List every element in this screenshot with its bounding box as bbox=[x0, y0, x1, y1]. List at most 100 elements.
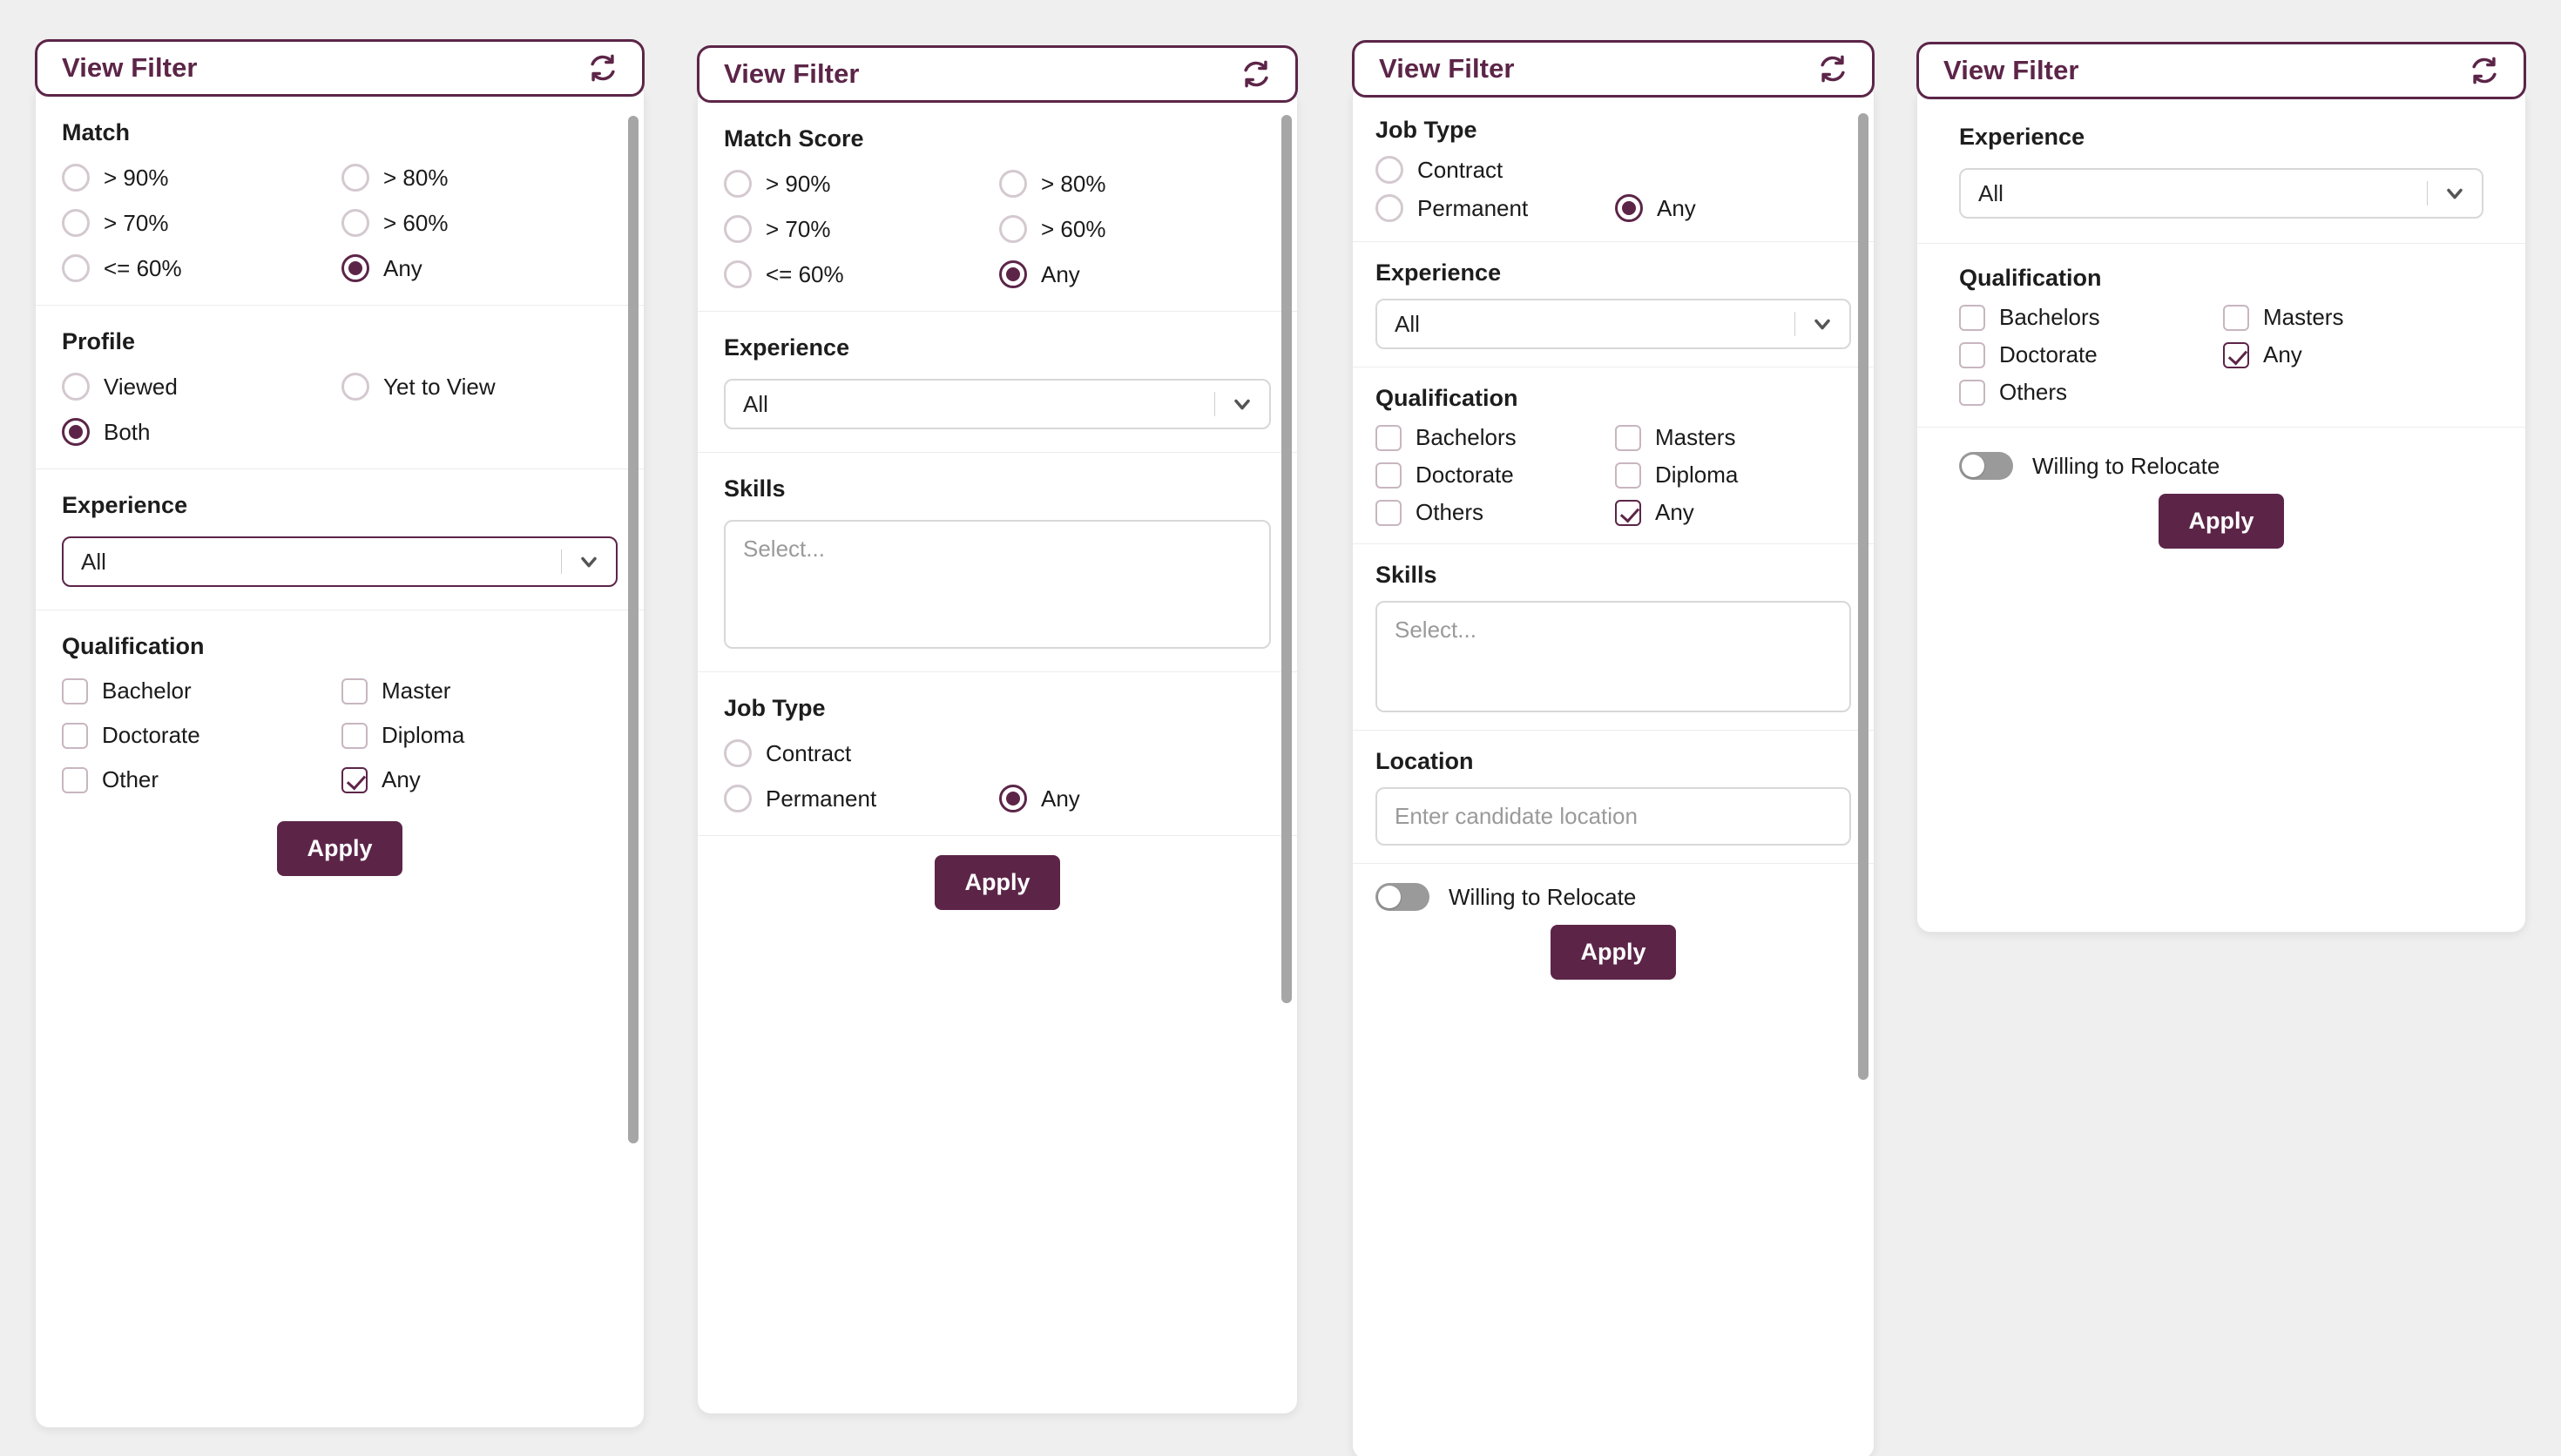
radio-icon[interactable] bbox=[724, 739, 752, 767]
checkbox-icon[interactable] bbox=[62, 766, 88, 793]
experience-dropdown[interactable]: All bbox=[1959, 168, 2483, 219]
match-option-lte60[interactable]: <= 60% bbox=[62, 254, 338, 282]
job-type-option-any[interactable]: Any bbox=[999, 785, 1271, 812]
qualification-option-bachelor[interactable]: Bachelor bbox=[62, 677, 338, 704]
qualification-option-masters[interactable]: Masters bbox=[1615, 424, 1851, 451]
qualification-option-bachelors[interactable]: Bachelors bbox=[1375, 424, 1612, 451]
radio-icon[interactable] bbox=[62, 373, 90, 401]
checkbox-icon[interactable] bbox=[1959, 341, 1985, 368]
job-type-option-contract[interactable]: Contract bbox=[724, 739, 996, 767]
willing-to-relocate-toggle[interactable] bbox=[1375, 883, 1429, 911]
match-option-gt80[interactable]: > 80% bbox=[341, 164, 618, 192]
checkbox-icon[interactable] bbox=[341, 722, 368, 749]
radio-icon-selected[interactable] bbox=[999, 785, 1027, 812]
checkbox-icon-checked[interactable] bbox=[341, 766, 368, 793]
checkbox-icon[interactable] bbox=[1375, 424, 1402, 451]
skills-multiselect[interactable]: Select... bbox=[1375, 601, 1851, 712]
refresh-icon[interactable] bbox=[1816, 52, 1849, 85]
qualification-option-bachelors[interactable]: Bachelors bbox=[1959, 304, 2220, 331]
refresh-icon[interactable] bbox=[586, 51, 619, 84]
qualification-option-diploma[interactable]: Diploma bbox=[1615, 462, 1851, 489]
job-type-option-contract[interactable]: Contract bbox=[1375, 156, 1612, 184]
experience-dropdown[interactable]: All bbox=[724, 379, 1271, 429]
match-option-gt90[interactable]: > 90% bbox=[62, 164, 338, 192]
refresh-icon[interactable] bbox=[2468, 54, 2501, 87]
apply-button[interactable]: Apply bbox=[935, 855, 1060, 910]
checkbox-icon-checked[interactable] bbox=[1615, 499, 1641, 526]
radio-icon[interactable] bbox=[999, 215, 1027, 243]
checkbox-icon[interactable] bbox=[1375, 499, 1402, 526]
chevron-down-icon[interactable] bbox=[1795, 312, 1849, 336]
qualification-option-master[interactable]: Master bbox=[341, 677, 618, 704]
match-option-gt60[interactable]: > 60% bbox=[341, 209, 618, 237]
qualification-option-doctorate[interactable]: Doctorate bbox=[1375, 462, 1612, 489]
panel-2-scrollbar[interactable] bbox=[1281, 115, 1292, 1003]
checkbox-icon[interactable] bbox=[341, 677, 368, 704]
qualification-option-doctorate[interactable]: Doctorate bbox=[62, 722, 338, 749]
job-type-option-any[interactable]: Any bbox=[1615, 194, 1851, 222]
checkbox-icon[interactable] bbox=[1615, 424, 1641, 451]
experience-dropdown[interactable]: All bbox=[1375, 299, 1851, 349]
radio-icon[interactable] bbox=[341, 164, 369, 192]
match-score-option-gt60[interactable]: > 60% bbox=[999, 215, 1271, 243]
radio-icon[interactable] bbox=[724, 170, 752, 198]
match-score-option-gt90[interactable]: > 90% bbox=[724, 170, 996, 198]
radio-icon[interactable] bbox=[62, 209, 90, 237]
match-score-option-gt70[interactable]: > 70% bbox=[724, 215, 996, 243]
checkbox-icon[interactable] bbox=[62, 677, 88, 704]
radio-icon[interactable] bbox=[62, 254, 90, 282]
checkbox-icon[interactable] bbox=[1615, 462, 1641, 489]
checkbox-icon-checked[interactable] bbox=[2223, 341, 2249, 368]
panel-1-scrollbar[interactable] bbox=[628, 116, 639, 1143]
chevron-down-icon[interactable] bbox=[562, 549, 616, 574]
radio-icon[interactable] bbox=[1375, 194, 1403, 222]
profile-option-viewed[interactable]: Viewed bbox=[62, 373, 338, 401]
radio-icon[interactable] bbox=[1375, 156, 1403, 184]
radio-icon[interactable] bbox=[999, 170, 1027, 198]
location-input[interactable]: Enter candidate location bbox=[1375, 787, 1851, 846]
qualification-option-others[interactable]: Others bbox=[1375, 499, 1612, 526]
qualification-option-masters[interactable]: Masters bbox=[2223, 304, 2483, 331]
job-type-option-permanent[interactable]: Permanent bbox=[724, 785, 996, 812]
radio-icon-selected[interactable] bbox=[1615, 194, 1643, 222]
refresh-icon[interactable] bbox=[1240, 57, 1273, 91]
checkbox-icon[interactable] bbox=[1959, 304, 1985, 331]
match-score-option-lte60[interactable]: <= 60% bbox=[724, 260, 996, 288]
radio-icon[interactable] bbox=[724, 785, 752, 812]
qualification-option-doctorate[interactable]: Doctorate bbox=[1959, 341, 2220, 368]
qualification-option-diploma[interactable]: Diploma bbox=[341, 722, 618, 749]
radio-icon[interactable] bbox=[724, 260, 752, 288]
willing-to-relocate-toggle[interactable] bbox=[1959, 452, 2013, 480]
checkbox-icon[interactable] bbox=[1375, 462, 1402, 489]
radio-icon[interactable] bbox=[341, 209, 369, 237]
qualification-option-any[interactable]: Any bbox=[2223, 341, 2483, 368]
skills-multiselect[interactable]: Select... bbox=[724, 520, 1271, 649]
radio-icon[interactable] bbox=[62, 164, 90, 192]
apply-button[interactable]: Apply bbox=[2159, 494, 2284, 549]
apply-button[interactable]: Apply bbox=[277, 821, 402, 876]
qualification-option-others[interactable]: Others bbox=[1959, 379, 2220, 406]
chevron-down-icon[interactable] bbox=[2428, 181, 2482, 206]
checkbox-icon[interactable] bbox=[62, 722, 88, 749]
match-option-gt70[interactable]: > 70% bbox=[62, 209, 338, 237]
radio-icon-selected[interactable] bbox=[341, 254, 369, 282]
radio-icon-selected[interactable] bbox=[999, 260, 1027, 288]
match-option-any[interactable]: Any bbox=[341, 254, 618, 282]
radio-icon-selected[interactable] bbox=[62, 418, 90, 446]
experience-dropdown[interactable]: All bbox=[62, 536, 618, 587]
profile-option-yet-to-view[interactable]: Yet to View bbox=[341, 373, 618, 401]
radio-icon[interactable] bbox=[724, 215, 752, 243]
radio-icon[interactable] bbox=[341, 373, 369, 401]
apply-button[interactable]: Apply bbox=[1551, 925, 1676, 980]
match-score-option-any[interactable]: Any bbox=[999, 260, 1271, 288]
qualification-option-any[interactable]: Any bbox=[341, 766, 618, 793]
chevron-down-icon[interactable] bbox=[1215, 392, 1269, 416]
checkbox-icon[interactable] bbox=[1959, 379, 1985, 406]
profile-option-both[interactable]: Both bbox=[62, 418, 338, 446]
checkbox-icon[interactable] bbox=[2223, 304, 2249, 331]
match-score-option-gt80[interactable]: > 80% bbox=[999, 170, 1271, 198]
job-type-option-permanent[interactable]: Permanent bbox=[1375, 194, 1612, 222]
qualification-option-any[interactable]: Any bbox=[1615, 499, 1851, 526]
panel-3-scrollbar[interactable] bbox=[1858, 113, 1868, 1080]
qualification-option-other[interactable]: Other bbox=[62, 766, 338, 793]
